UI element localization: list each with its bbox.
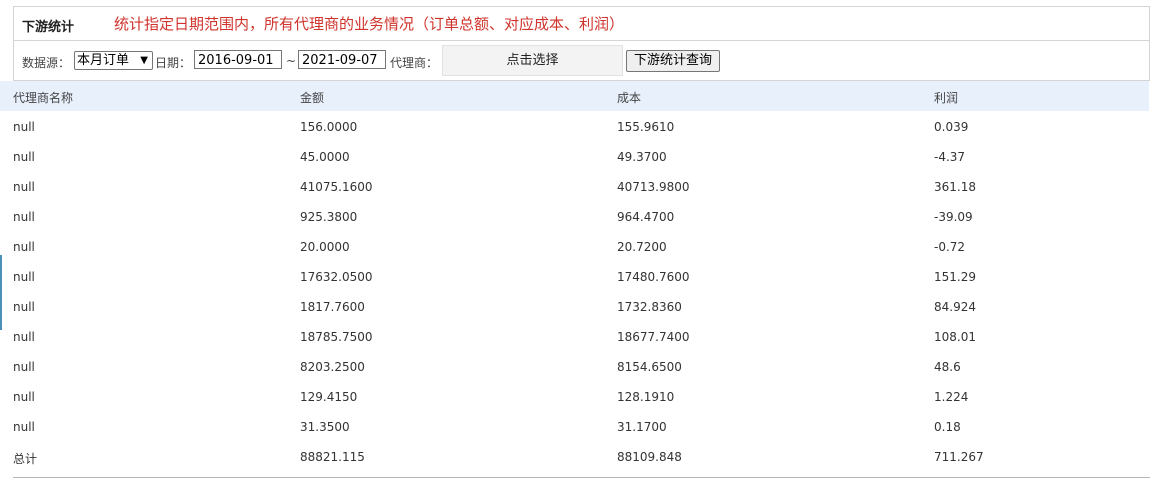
cell-cost: 17480.7600	[617, 270, 690, 284]
cell-amount: 925.3800	[300, 210, 358, 224]
cell-amount: 129.4150	[300, 390, 358, 404]
panel-header: 下游统计 统计指定日期范围内，所有代理商的业务情况（订单总额、对应成本、利润）	[14, 7, 1149, 41]
cell-profit: -39.09	[934, 210, 973, 224]
cell-profit: 0.039	[934, 120, 969, 134]
filter-panel: 下游统计 统计指定日期范围内，所有代理商的业务情况（订单总额、对应成本、利润） …	[13, 6, 1150, 81]
cell-profit: 108.01	[934, 330, 976, 344]
column-header-profit: 利润	[934, 91, 959, 105]
cell-agent: null	[13, 180, 35, 194]
column-header-agent: 代理商名称	[13, 91, 74, 105]
table-row: null 20.0000 20.7200 -0.72	[0, 231, 1149, 261]
chevron-down-icon: ▼	[140, 55, 148, 66]
table-row: null 156.0000 155.9610 0.039	[0, 111, 1149, 141]
cell-profit: -0.72	[934, 240, 966, 254]
page-title: 下游统计	[22, 20, 75, 35]
cell-cost: 128.1910	[617, 390, 675, 404]
cell-amount: 156.0000	[300, 120, 358, 134]
cell-agent: 总计	[13, 452, 38, 466]
cell-agent: null	[13, 210, 35, 224]
cell-profit: 1.224	[934, 390, 969, 404]
cell-profit: -4.37	[934, 150, 966, 164]
cell-cost: 18677.7400	[617, 330, 690, 344]
cell-agent: null	[13, 390, 35, 404]
cell-agent: null	[13, 360, 35, 374]
table-row: null 17632.0500 17480.7600 151.29	[0, 261, 1149, 291]
cell-amount: 17632.0500	[300, 270, 373, 284]
table-bottom-divider	[13, 477, 1150, 478]
cell-amount: 18785.7500	[300, 330, 373, 344]
table-row: null 8203.2500 8154.6500 48.6	[0, 351, 1149, 381]
filter-toolbar: 数据源： 本月订单 ▼ 日期： 2016-09-01 ~ 2021-09-07 …	[14, 41, 1149, 80]
cell-amount: 8203.2500	[300, 360, 365, 374]
cell-agent: null	[13, 420, 35, 434]
datasource-select[interactable]: 本月订单 ▼	[74, 51, 153, 70]
column-header-amount: 金额	[300, 91, 325, 105]
cell-cost: 88109.848	[617, 450, 682, 464]
cell-amount: 41075.1600	[300, 180, 373, 194]
cell-agent: null	[13, 330, 35, 344]
cell-cost: 49.3700	[617, 150, 667, 164]
cell-amount: 88821.115	[300, 450, 365, 464]
cell-profit: 711.267	[934, 450, 984, 464]
table-row: null 129.4150 128.1910 1.224	[0, 381, 1149, 411]
cell-cost: 31.1700	[617, 420, 667, 434]
total-row: 总计 88821.115 88109.848 711.267	[0, 441, 1149, 471]
date-separator: ~	[286, 54, 297, 68]
cell-amount: 31.3500	[300, 420, 350, 434]
cell-cost: 1732.8360	[617, 300, 682, 314]
cell-cost: 155.9610	[617, 120, 675, 134]
cell-cost: 40713.9800	[617, 180, 690, 194]
table-row: null 31.3500 31.1700 0.18	[0, 411, 1149, 441]
cell-agent: null	[13, 300, 35, 314]
cell-profit: 48.6	[934, 360, 961, 374]
datasource-select-value: 本月订单	[77, 53, 130, 68]
agent-picker-button[interactable]: 点击选择	[442, 45, 623, 76]
cell-amount: 1817.7600	[300, 300, 365, 314]
agent-label: 代理商：	[390, 56, 439, 70]
cell-cost: 964.4700	[617, 210, 675, 224]
cell-agent: null	[13, 240, 35, 254]
cell-profit: 84.924	[934, 300, 976, 314]
table-row: null 45.0000 49.3700 -4.37	[0, 141, 1149, 171]
date-to-input[interactable]: 2021-09-07	[298, 50, 386, 69]
table-header: 代理商名称 金额 成本 利润	[0, 81, 1149, 111]
cell-profit: 0.18	[934, 420, 961, 434]
cell-agent: null	[13, 270, 35, 284]
query-button[interactable]: 下游统计查询	[626, 50, 720, 72]
cell-cost: 20.7200	[617, 240, 667, 254]
cell-amount: 45.0000	[300, 150, 350, 164]
cell-profit: 151.29	[934, 270, 976, 284]
cell-agent: null	[13, 150, 35, 164]
table-row: null 18785.7500 18677.7400 108.01	[0, 321, 1149, 351]
table-row: null 925.3800 964.4700 -39.09	[0, 201, 1149, 231]
table-row: null 1817.7600 1732.8360 84.924	[0, 291, 1149, 321]
cell-cost: 8154.6500	[617, 360, 682, 374]
date-from-input[interactable]: 2016-09-01	[194, 50, 282, 69]
table-row: null 41075.1600 40713.9800 361.18	[0, 171, 1149, 201]
date-label: 日期：	[155, 56, 192, 70]
cell-amount: 20.0000	[300, 240, 350, 254]
column-header-cost: 成本	[617, 91, 642, 105]
page-description: 统计指定日期范围内，所有代理商的业务情况（订单总额、对应成本、利润）	[114, 15, 625, 33]
cell-agent: null	[13, 120, 35, 134]
datasource-label: 数据源：	[22, 56, 71, 70]
cell-profit: 361.18	[934, 180, 976, 194]
